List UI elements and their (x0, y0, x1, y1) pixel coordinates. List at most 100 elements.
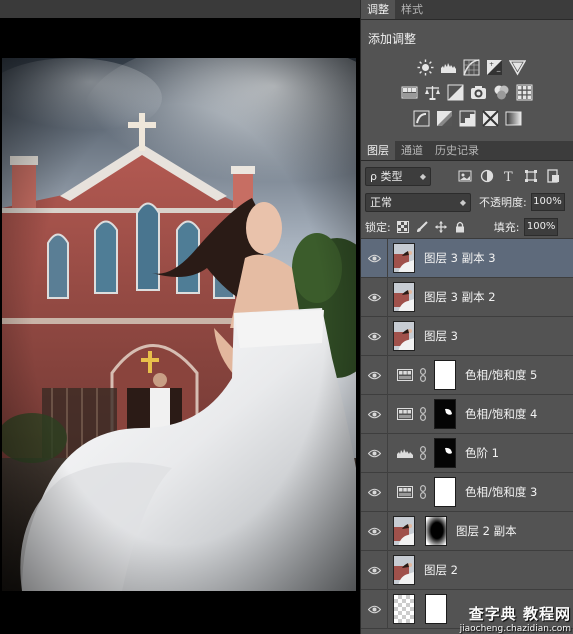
layer-row[interactable]: 色相/饱和度 4 (361, 394, 573, 434)
layer-name[interactable]: 图层 2 副本 (456, 523, 517, 539)
layer-name[interactable]: 色相/饱和度 4 (465, 406, 537, 422)
visibility-eye-icon[interactable] (361, 355, 388, 395)
tab-history[interactable]: 历史记录 (429, 141, 485, 160)
visibility-eye-icon[interactable] (361, 277, 388, 317)
lock-position-move-icon[interactable] (434, 220, 448, 234)
adjustment-filter-icon[interactable] (479, 168, 495, 184)
layer-row[interactable]: 色阶 1 (361, 433, 573, 473)
layer-name[interactable]: 色阶 1 (465, 445, 499, 461)
layer-row[interactable]: 图层 3 (361, 316, 573, 356)
svg-text:+: + (489, 61, 494, 68)
adjustment-icons-row-2 (361, 83, 573, 102)
layer-row[interactable]: 图层 3 副本 2 (361, 277, 573, 317)
document-canvas[interactable] (0, 0, 360, 634)
watermark-url: jiaocheng.chazidian.com (459, 624, 571, 634)
shape-filter-icon[interactable] (523, 168, 539, 184)
levels-icon[interactable] (439, 58, 458, 77)
visibility-eye-icon[interactable] (361, 511, 388, 551)
layer-row[interactable]: 图层 2 (361, 550, 573, 590)
watermark-title: 查字典 教程网 (468, 605, 571, 623)
filter-kind-select[interactable]: ρ 类型 ◆ (365, 166, 431, 186)
black-white-icon[interactable] (446, 83, 465, 102)
gradient-map-icon[interactable] (504, 109, 523, 128)
layer-mask-thumbnail[interactable] (434, 438, 456, 468)
tab-styles[interactable]: 样式 (395, 0, 429, 19)
layer-mask-thumbnail[interactable] (434, 399, 456, 429)
curves-icon[interactable] (462, 58, 481, 77)
visibility-eye-icon[interactable] (361, 316, 388, 356)
layer-name[interactable]: 色相/饱和度 3 (465, 484, 537, 500)
layer-name[interactable]: 图层 3 副本 2 (424, 289, 496, 305)
hue-saturation-layer-icon (397, 485, 413, 499)
tab-layers[interactable]: 图层 (361, 141, 395, 160)
smart-object-filter-icon[interactable] (545, 168, 561, 184)
canvas-top-strip (0, 0, 360, 18)
mask-link-chain-icon[interactable] (420, 368, 430, 382)
layer-mask-thumbnail[interactable] (425, 594, 447, 624)
channel-mixer-icon[interactable] (492, 83, 511, 102)
lock-transparent-icon[interactable] (396, 220, 410, 234)
color-lookup-icon[interactable] (515, 83, 534, 102)
hue-saturation-icon[interactable] (400, 83, 419, 102)
hue-saturation-layer-icon (397, 368, 413, 382)
layer-mask-thumbnail[interactable] (425, 516, 447, 546)
adjustment-icons-row-3 (361, 109, 573, 128)
layer-mask-thumbnail[interactable] (434, 360, 456, 390)
vibrance-icon[interactable] (508, 58, 527, 77)
document-image[interactable] (2, 58, 356, 591)
posterize-icon[interactable] (435, 109, 454, 128)
tab-adjustments[interactable]: 调整 (361, 0, 395, 19)
opacity-field[interactable]: 100% (530, 193, 565, 211)
adjustment-icons-row-1: + − (361, 58, 573, 77)
layer-thumbnail (393, 243, 415, 273)
layer-name[interactable]: 色相/饱和度 5 (465, 367, 537, 383)
layer-name[interactable]: 图层 2 (424, 562, 458, 578)
visibility-eye-icon[interactable] (361, 589, 388, 629)
photo-filter-icon[interactable] (469, 83, 488, 102)
select-arrows-icon: ◆ (419, 171, 426, 181)
visibility-eye-icon[interactable] (361, 472, 388, 512)
layer-thumbnail (393, 594, 415, 624)
invert-icon[interactable] (412, 109, 431, 128)
lock-all-padlock-icon[interactable] (453, 220, 467, 234)
fill-field[interactable]: 100% (524, 217, 559, 236)
blend-row: 正常 ◆ 不透明度: 100% (361, 189, 573, 215)
pixel-filter-icon[interactable] (457, 168, 473, 184)
layer-row[interactable]: 色相/饱和度 3 (361, 472, 573, 512)
visibility-eye-icon[interactable] (361, 433, 388, 473)
mask-link-chain-icon[interactable] (420, 446, 430, 460)
layer-thumbnail (393, 321, 415, 351)
visibility-eye-icon[interactable] (361, 550, 388, 590)
add-adjustment-title: 添加调整 (368, 32, 417, 46)
type-filter-icon[interactable]: T (501, 168, 517, 184)
layers-tabbar: 图层 通道 历史记录 (361, 141, 573, 161)
layer-row[interactable]: 色相/饱和度 5 (361, 355, 573, 395)
brightness-icon[interactable] (416, 58, 435, 77)
site-watermark: 查字典 教程网 jiaocheng.chazidian.com (460, 603, 571, 634)
threshold-icon[interactable] (458, 109, 477, 128)
layer-name[interactable]: 图层 3 (424, 328, 458, 344)
mask-link-chain-icon[interactable] (420, 485, 430, 499)
levels-layer-icon (397, 446, 413, 460)
layer-mask-thumbnail[interactable] (434, 477, 456, 507)
exposure-icon[interactable]: + − (485, 58, 504, 77)
layer-row[interactable]: 图层 2 副本 (361, 511, 573, 551)
lock-label: 锁定: (365, 220, 391, 234)
color-balance-icon[interactable] (423, 83, 442, 102)
fill-label: 填充: (493, 220, 520, 234)
layer-thumbnail (393, 282, 415, 312)
visibility-eye-icon[interactable] (361, 238, 388, 278)
layer-thumbnail (393, 516, 415, 546)
selective-color-icon[interactable] (481, 109, 500, 128)
mask-link-chain-icon[interactable] (420, 407, 430, 421)
tab-channels[interactable]: 通道 (395, 141, 429, 160)
layer-thumbnail (393, 555, 415, 585)
lock-pixels-brush-icon[interactable] (415, 220, 429, 234)
layer-list: 图层 3 副本 3 图层 3 副本 2 图层 3 色相/饱和度 5 色相/饱和度 4 色阶… (361, 238, 573, 629)
layer-row[interactable]: 图层 3 副本 3 (361, 238, 573, 278)
blend-mode-select[interactable]: 正常 ◆ (365, 192, 471, 212)
svg-text:−: − (496, 68, 501, 75)
layer-name[interactable]: 图层 3 副本 3 (424, 250, 496, 266)
adjustments-tabbar: 调整 样式 (361, 0, 573, 20)
visibility-eye-icon[interactable] (361, 394, 388, 434)
